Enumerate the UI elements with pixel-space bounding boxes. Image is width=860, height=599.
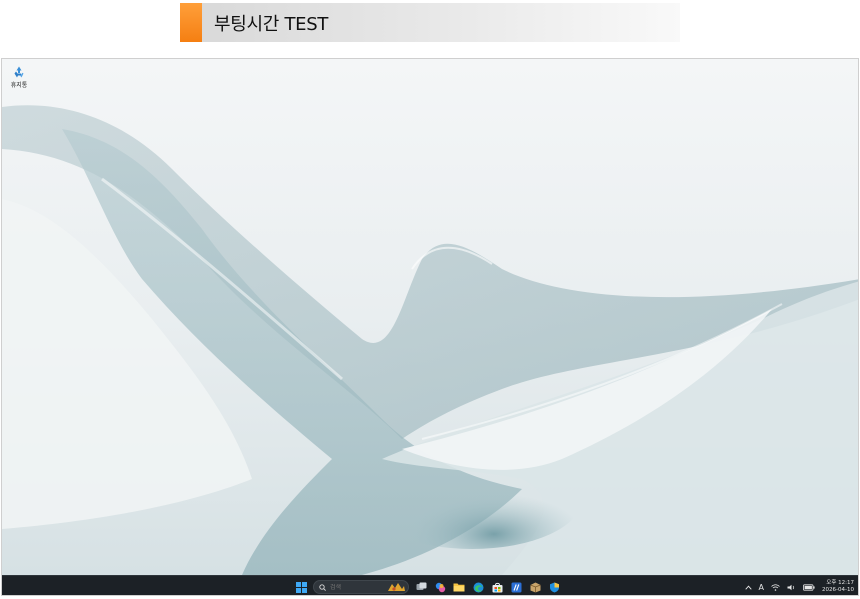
taskbar-clock[interactable]: 오후 12:17 2026-04-10: [822, 580, 854, 594]
file-explorer-button[interactable]: [452, 580, 466, 594]
edge-icon: [473, 582, 483, 592]
file-explorer-icon: [453, 583, 465, 592]
defender-button[interactable]: [547, 580, 561, 594]
wallpaper-art: [2, 59, 858, 575]
app-icon: [511, 582, 521, 592]
wifi-icon[interactable]: [771, 583, 780, 591]
ime-indicator[interactable]: A: [759, 583, 764, 592]
clock-time: 오후 12:17: [826, 580, 854, 586]
search-icon: [319, 583, 326, 591]
package-icon: [529, 582, 541, 592]
copilot-button[interactable]: [433, 580, 447, 594]
desktop-screen: 휴지통 검색 A 오후 12:17 2026-04-10: [1, 58, 859, 596]
chevron-up-icon[interactable]: [744, 585, 752, 590]
banner-accent-bar: [180, 3, 202, 42]
heading-banner: 부팅시간 TEST: [180, 3, 680, 42]
desktop-wallpaper: 휴지통: [2, 59, 858, 575]
clock-date: 2026-04-10: [822, 587, 854, 593]
battery-icon[interactable]: [803, 583, 815, 591]
taskbar-center: [294, 576, 561, 595]
volume-icon[interactable]: [787, 584, 796, 591]
desktop-icon-label: 휴지통: [10, 82, 28, 89]
edge-button[interactable]: [471, 580, 485, 594]
start-button[interactable]: [294, 580, 308, 594]
task-view-button[interactable]: [414, 580, 428, 594]
taskbar-search[interactable]: [313, 580, 409, 594]
windows-start-icon: [295, 581, 307, 593]
desktop-icon-recycle-bin[interactable]: 휴지통: [7, 65, 31, 89]
microsoft-store-icon: [492, 582, 502, 592]
recycle-bin-icon: [14, 66, 24, 78]
system-tray: A 오후 12:17 2026-04-10: [744, 576, 854, 595]
app-button[interactable]: [509, 580, 523, 594]
defender-icon: [549, 582, 559, 592]
taskbar: A 오후 12:17 2026-04-10: [2, 575, 858, 595]
microsoft-store-button[interactable]: [490, 580, 504, 594]
banner-title: 부팅시간 TEST: [214, 13, 329, 35]
copilot-icon: [435, 582, 445, 592]
package-button[interactable]: [528, 580, 542, 594]
search-input[interactable]: [330, 583, 380, 591]
widget-decoration-icon: [388, 583, 405, 591]
task-view-icon: [416, 582, 426, 590]
